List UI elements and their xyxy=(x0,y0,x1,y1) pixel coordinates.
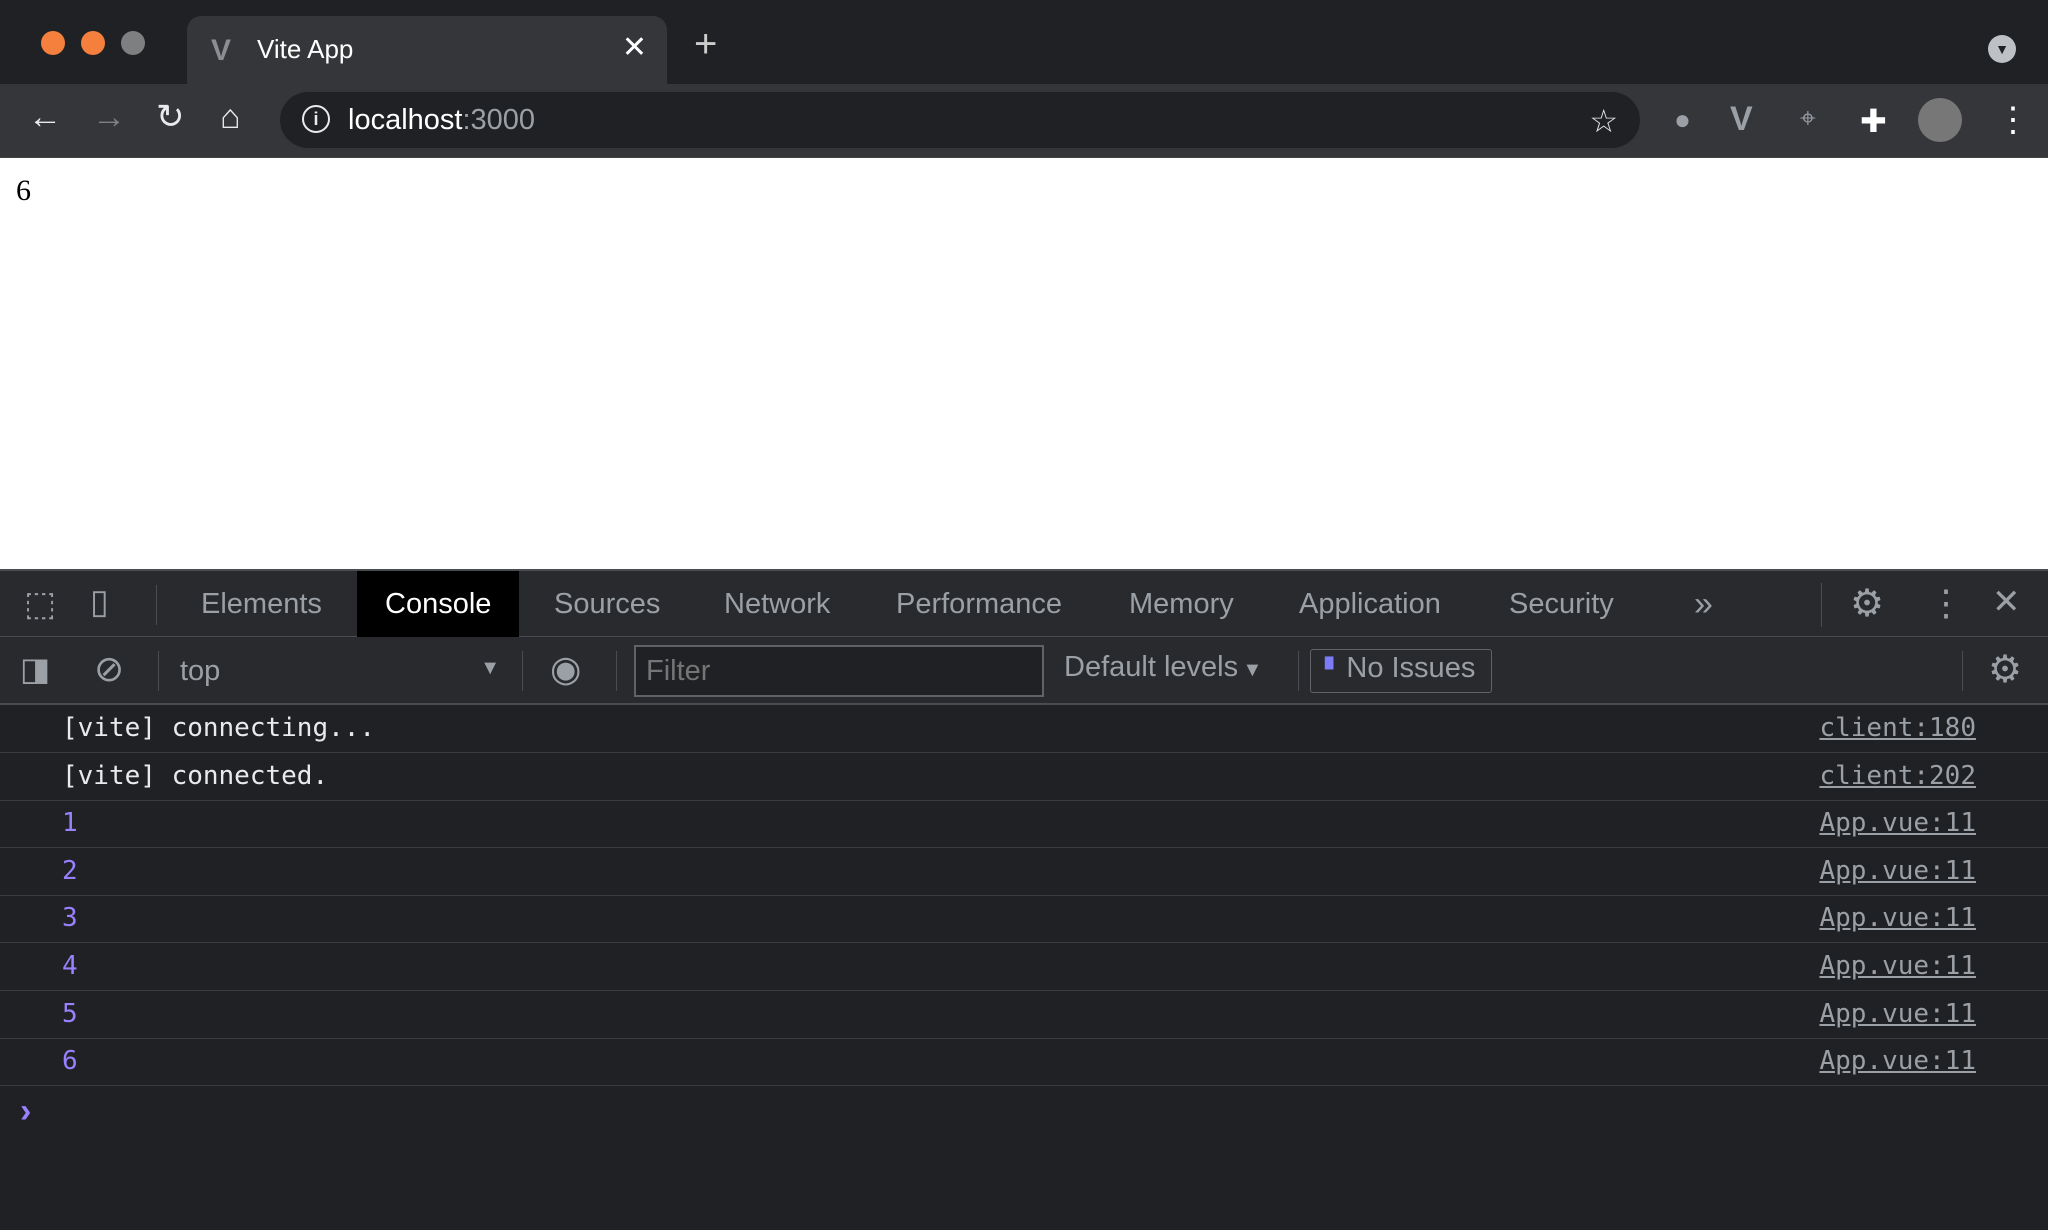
vite-favicon-icon: V xyxy=(211,34,232,67)
vue-devtools-extension-icon[interactable]: V xyxy=(1730,102,1753,136)
tab-sources[interactable]: Sources xyxy=(526,571,688,637)
browser-tab[interactable]: V Vite App ✕ xyxy=(187,16,667,84)
url-host: localhost xyxy=(348,104,463,136)
extension-icon[interactable]: ● xyxy=(1674,106,1691,134)
browser-menu-icon[interactable]: ⋮ xyxy=(1996,100,2030,140)
log-levels-dropdown[interactable]: Default levels ▼ xyxy=(1064,651,1262,691)
page-viewport: 6 xyxy=(0,157,2048,569)
back-button[interactable]: ← xyxy=(28,100,62,134)
filter-input[interactable] xyxy=(634,645,1044,697)
console-log-row: 2 App.vue:11 xyxy=(0,848,2048,896)
tab-security[interactable]: Security xyxy=(1481,571,1642,637)
reload-button[interactable]: ↻ xyxy=(156,100,185,134)
extensions-puzzle-icon[interactable]: ✚ xyxy=(1860,102,1887,140)
log-message: 6 xyxy=(62,1046,78,1077)
sidebar-toggle-icon[interactable]: ◨ xyxy=(20,653,50,685)
issues-message-icon: ▘ xyxy=(1325,657,1342,682)
live-expression-eye-icon[interactable]: ◉ xyxy=(550,651,581,687)
console-log-row: 4 App.vue:11 xyxy=(0,943,2048,991)
log-message: [vite] connected. xyxy=(62,760,329,791)
site-info-icon[interactable]: i xyxy=(302,105,330,133)
log-source-link[interactable]: App.vue:11 xyxy=(1819,999,1976,1029)
forward-button[interactable]: → xyxy=(92,100,126,134)
log-message: 5 xyxy=(62,998,78,1029)
tab-performance[interactable]: Performance xyxy=(868,571,1090,637)
log-source-link[interactable]: App.vue:11 xyxy=(1819,903,1976,933)
console-log-row: [vite] connected. client:202 xyxy=(0,753,2048,801)
console-log-row: 3 App.vue:11 xyxy=(0,895,2048,944)
log-source-link[interactable]: App.vue:11 xyxy=(1819,951,1976,981)
close-devtools-icon[interactable]: ✕ xyxy=(1992,585,2021,619)
minimize-window-button[interactable] xyxy=(81,31,105,55)
dropdown-arrow-icon: ▼ xyxy=(480,657,500,679)
device-toolbar-icon[interactable]: ▯ xyxy=(90,585,109,619)
context-selector[interactable]: top ▼ xyxy=(178,651,500,691)
clear-console-icon[interactable]: ⊘ xyxy=(94,651,124,687)
console-log-row: 1 App.vue:11 xyxy=(0,800,2048,849)
log-source-link[interactable]: client:202 xyxy=(1819,761,1976,791)
zoom-window-button[interactable] xyxy=(121,31,145,55)
tab-elements[interactable]: Elements xyxy=(173,571,350,637)
more-tabs-button[interactable]: » xyxy=(1666,571,1741,637)
devtools-menu-icon[interactable]: ⋮ xyxy=(1928,585,1964,621)
console-prompt[interactable]: › xyxy=(20,1092,31,1131)
log-message: [vite] connecting... xyxy=(62,713,376,743)
log-source-link[interactable]: client:180 xyxy=(1819,713,1976,743)
tab-console[interactable]: Console xyxy=(357,571,520,637)
log-source-link[interactable]: App.vue:11 xyxy=(1819,1046,1976,1076)
new-tab-button[interactable]: + xyxy=(694,24,717,64)
profile-avatar[interactable] xyxy=(1918,98,1962,142)
console-log-row: [vite] connecting... client:180 xyxy=(0,705,2048,753)
url-port: :3000 xyxy=(462,104,536,136)
address-bar[interactable]: i localhost:3000 ☆ xyxy=(280,92,1640,148)
log-message: 1 xyxy=(62,808,78,839)
close-tab-icon[interactable]: ✕ xyxy=(622,30,647,65)
browser-toolbar: ← → ↻ ⌂ i localhost:3000 ☆ ● V ⌖ ✚ ⋮ xyxy=(0,84,2048,157)
cursor-extension-icon[interactable]: ⌖ xyxy=(1800,104,1816,132)
issues-button[interactable]: ▘ No Issues xyxy=(1310,649,1493,693)
home-button[interactable]: ⌂ xyxy=(220,100,241,134)
devtools-tabbar: ⬚ ▯ Elements Console Sources Network Per… xyxy=(0,569,2048,637)
log-message: 4 xyxy=(62,951,78,981)
log-message: 2 xyxy=(62,855,78,886)
bookmark-star-icon[interactable]: ☆ xyxy=(1589,102,1618,140)
tab-application[interactable]: Application xyxy=(1271,571,1469,637)
log-message: 3 xyxy=(62,903,78,934)
dropdown-arrow-icon: ▼ xyxy=(1242,659,1263,681)
console-log-row: 5 App.vue:11 xyxy=(0,991,2048,1039)
tab-network[interactable]: Network xyxy=(696,571,858,637)
console-settings-gear-icon[interactable]: ⚙ xyxy=(1988,651,2022,689)
tab-memory[interactable]: Memory xyxy=(1101,571,1262,637)
tab-search-icon[interactable]: ▼ xyxy=(1988,35,2016,63)
settings-gear-icon[interactable]: ⚙ xyxy=(1850,585,1884,623)
tab-strip: V Vite App ✕ + ▼ xyxy=(0,0,2048,84)
log-source-link[interactable]: App.vue:11 xyxy=(1819,856,1976,886)
inspect-element-icon[interactable]: ⬚ xyxy=(24,587,56,621)
page-content: 6 xyxy=(16,174,31,207)
console-toolbar: ◨ ⊘ top ▼ ◉ Default levels ▼ ▘ No Issues… xyxy=(0,637,2048,705)
console-log-row: 6 App.vue:11 xyxy=(0,1038,2048,1087)
close-window-button[interactable] xyxy=(41,31,65,55)
tab-title: Vite App xyxy=(257,34,354,64)
log-source-link[interactable]: App.vue:11 xyxy=(1819,808,1976,838)
